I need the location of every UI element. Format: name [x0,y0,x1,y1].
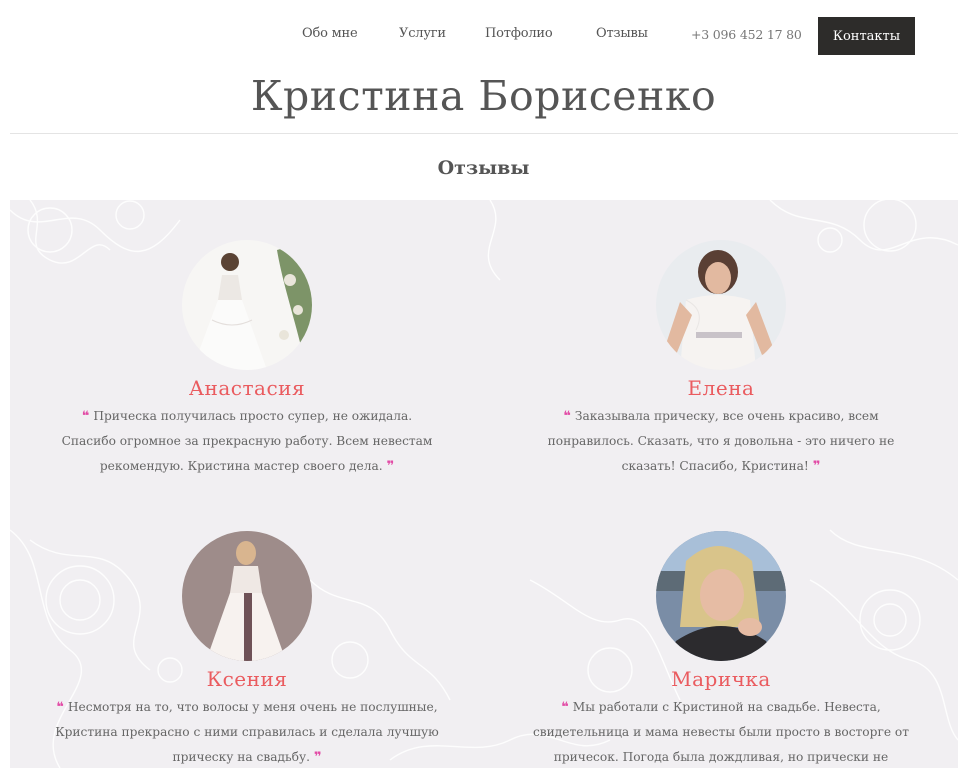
nav-portfolio[interactable]: Потфолио [485,26,553,41]
quote-open-icon: ❝ [561,700,569,715]
woman-photo-icon [656,531,786,661]
avatar-ksenia [182,531,312,661]
nav-phone[interactable]: +3 096 452 17 80 [691,27,802,42]
nav-about[interactable]: Обо мне [302,26,358,41]
review-text: ❝ Несмотря на то, что волосы у меня очен… [47,695,447,768]
top-nav: Обо мне Услуги Потфолио Отзывы +3 096 45… [0,17,967,55]
review-card-anastasia: Анастасия ❝ Прическа получилась просто с… [47,240,447,479]
avatar-anastasia [182,240,312,370]
bride-photo-icon [182,531,312,661]
review-body: Несмотря на то, что волосы у меня очень … [55,700,439,764]
bride-photo-icon [656,240,786,370]
review-card-ksenia: Ксения ❝ Несмотря на то, что волосы у ме… [47,531,447,768]
reviewer-name: Ксения [206,667,288,691]
avatar-marichka [656,531,786,661]
title-divider [10,133,958,134]
nav-contacts-button[interactable]: Контакты [818,17,915,55]
quote-close-icon: ❞ [313,750,322,765]
review-text: ❝ Прическа получилась просто супер, не о… [47,404,447,479]
quote-close-icon: ❞ [386,459,395,474]
review-body: Заказывала прическу, все очень красиво, … [547,409,895,473]
site-title: Кристина Борисенко [250,72,717,120]
quote-open-icon: ❝ [563,409,571,424]
reviewer-name: Елена [687,376,755,400]
review-card-elena: Елена ❝ Заказывала прическу, все очень к… [521,240,921,479]
nav-reviews[interactable]: Отзывы [596,26,648,41]
reviewer-name: Маричка [671,667,771,691]
quote-close-icon: ❞ [812,459,821,474]
reviewer-name: Анастасия [188,376,306,400]
section-title: Отзывы [437,157,530,179]
reviews-panel: Анастасия ❝ Прическа получилась просто с… [10,200,958,768]
quote-open-icon: ❝ [56,700,65,715]
nav-services[interactable]: Услуги [399,26,446,41]
avatar-elena [656,240,786,370]
review-card-marichka: Маричка ❝ Мы работали с Кристиной на сва… [521,531,921,768]
review-body: Мы работали с Кристиной на свадьбе. Неве… [532,700,909,764]
quote-open-icon: ❝ [81,409,90,424]
review-body: Прическа получилась просто супер, не ожи… [61,409,433,473]
review-text: ❝ Заказывала прическу, все очень красиво… [521,404,921,479]
bride-photo-icon [182,240,312,370]
review-text: ❝ Мы работали с Кристиной на свадьбе. Не… [521,695,921,768]
